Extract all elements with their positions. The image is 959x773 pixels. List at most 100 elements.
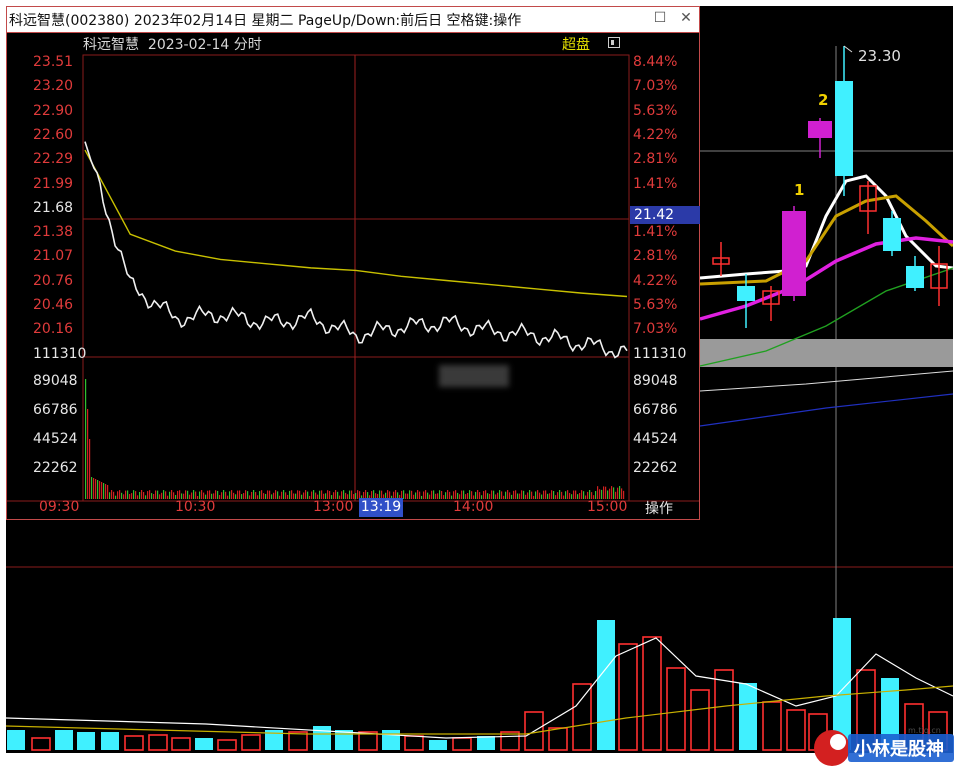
volume-bar [321, 490, 323, 499]
avg-price-line [84, 149, 628, 298]
volume-bar [447, 490, 449, 499]
volume-bar [573, 490, 575, 499]
volume-bar [611, 486, 613, 499]
volume-bar [429, 494, 431, 499]
volume-bar [419, 491, 421, 499]
volume-bar [77, 732, 95, 750]
volume-bar [219, 495, 221, 499]
volume-bar [303, 492, 305, 499]
volume-bar [305, 490, 307, 499]
pct-label-right: 5.63% [633, 102, 678, 119]
volume-bar [115, 495, 117, 499]
volume-bar [241, 734, 261, 751]
volume-bar [531, 491, 533, 499]
price-label-left: 20.46 [33, 297, 74, 313]
volume-bar [101, 482, 103, 499]
volume-label-right: 89048 [633, 373, 678, 389]
volume-bar [589, 490, 591, 499]
volume-bar [207, 490, 209, 499]
watermark-logo: 小林是股神 m.tiq.cn [814, 726, 954, 766]
volume-bar [551, 490, 553, 499]
volume-bar [129, 494, 131, 499]
volume-bar [601, 489, 603, 499]
cursor-price-tag: 21.42 [630, 206, 700, 224]
gray-band [700, 339, 953, 367]
volume-bar [425, 490, 427, 499]
volume-bar [165, 491, 167, 499]
volume-bar [295, 493, 297, 499]
volume-bar [255, 492, 257, 499]
volume-label-right: 22262 [633, 460, 678, 476]
volume-bar [603, 486, 605, 499]
volume-bar [124, 735, 144, 751]
volume-bar [313, 490, 315, 499]
intraday-popup-window[interactable]: 科远智慧(002380) 2023年02月14日 星期二 PageUp/Down… [6, 6, 700, 520]
volume-bar [237, 490, 239, 499]
volume-bar [507, 490, 509, 499]
price-label-left: 22.60 [33, 126, 74, 143]
restore-icon[interactable]: ☐ [651, 9, 669, 27]
volume-bar [137, 495, 139, 499]
volume-bar [405, 493, 407, 499]
close-icon[interactable]: ✕ [677, 9, 695, 27]
volume-bar [452, 737, 472, 751]
volume-bar [241, 494, 243, 499]
volume-bar [319, 490, 321, 499]
ma250-line [699, 393, 953, 427]
popup-titlebar[interactable]: 科远智慧(002380) 2023年02月14日 星期二 PageUp/Down… [7, 7, 699, 33]
volume-bar [31, 737, 51, 751]
intraday-canvas [7, 54, 699, 502]
operation-button[interactable]: 操作 [645, 498, 673, 518]
volume-bar [569, 492, 571, 499]
volume-bar [572, 683, 592, 751]
volume-bar [249, 495, 251, 499]
volume-bar [539, 492, 541, 499]
volume-label-right: 44524 [633, 431, 678, 447]
volume-bar [167, 495, 169, 499]
volume-bar [537, 490, 539, 499]
price-label-left: 21.99 [33, 175, 74, 192]
volume-label-left: 22262 [33, 460, 78, 476]
volume-bar [525, 494, 527, 499]
volume-bar [267, 490, 269, 499]
volume-bar [623, 490, 625, 499]
volume-bar [247, 491, 249, 499]
volume-bar [285, 492, 287, 499]
volume-bar [521, 490, 523, 499]
volume-bar [613, 487, 615, 499]
volume-bar [500, 731, 520, 751]
volume-bar [271, 494, 273, 499]
volume-bar [301, 494, 303, 499]
volume-bar [555, 495, 557, 499]
volume-bar [251, 491, 253, 499]
peak-pointer [843, 45, 853, 53]
volume-bar [111, 490, 113, 499]
pct-label-right: 4.22% [633, 126, 678, 143]
volume-bar [583, 491, 585, 499]
volume-bar [453, 491, 455, 499]
volume-bar [599, 489, 601, 499]
volume-bar [403, 490, 405, 499]
volume-bar [101, 732, 119, 750]
pct-label-right: 7.03% [633, 78, 678, 95]
volume-bar [475, 491, 477, 499]
intraday-frame [82, 54, 630, 502]
volume-bar [125, 490, 127, 499]
volume-bar [553, 490, 555, 499]
volume-bar [85, 379, 87, 499]
volume-bar [157, 490, 159, 499]
time-label: 10:30 [175, 499, 216, 515]
volume-bar [471, 491, 473, 499]
volume-bar [281, 491, 283, 499]
price-label-left: 22.90 [33, 102, 74, 119]
volume-bar [227, 495, 229, 499]
volume-bar [209, 490, 211, 499]
volume-bar [313, 726, 331, 750]
volume-bar [217, 739, 237, 751]
volume-bar [461, 490, 463, 499]
volume-bar [421, 495, 423, 499]
volume-bar [417, 490, 419, 499]
volume-bar [288, 731, 308, 751]
volume-bar [147, 491, 149, 499]
volume-bar [595, 491, 597, 499]
